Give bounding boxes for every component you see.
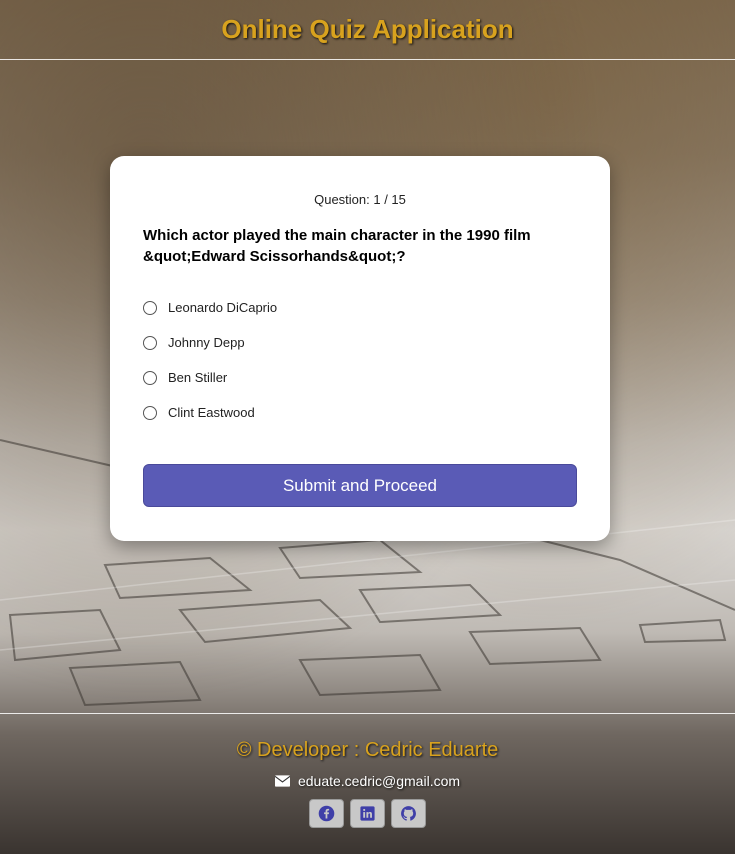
- email-address: eduate.cedric@gmail.com: [297, 773, 461, 789]
- envelope-icon: [274, 775, 290, 787]
- answer-option-label: Johnny Depp: [168, 335, 245, 350]
- answer-option-label: Ben Stiller: [168, 370, 228, 385]
- developer-credit: © Developer : Cedric Eduarte: [236, 739, 499, 761]
- answer-option-label: Clint Eastwood: [168, 405, 255, 420]
- radio-button[interactable]: [143, 370, 157, 385]
- linkedin-button[interactable]: [350, 799, 385, 828]
- facebook-icon: [318, 805, 335, 822]
- github-button[interactable]: [391, 799, 426, 828]
- social-links: [0, 799, 735, 828]
- answer-option[interactable]: Clint Eastwood: [143, 395, 277, 430]
- question-text: Which actor played the main character in…: [143, 227, 531, 265]
- app-header: Online Quiz Application: [0, 0, 735, 60]
- answer-option[interactable]: Ben Stiller: [143, 360, 277, 395]
- question-progress: Question: 1 / 15: [314, 192, 406, 207]
- answer-options: Leonardo DiCaprio Johnny Depp Ben Stille…: [143, 290, 277, 430]
- app-title: Online Quiz Application: [221, 14, 514, 44]
- answer-option[interactable]: Johnny Depp: [143, 325, 277, 360]
- answer-option-label: Leonardo DiCaprio: [168, 300, 278, 315]
- submit-button[interactable]: Submit and Proceed: [143, 464, 577, 507]
- radio-button[interactable]: [143, 335, 157, 350]
- radio-button[interactable]: [143, 300, 157, 315]
- answer-option[interactable]: Leonardo DiCaprio: [143, 290, 277, 325]
- linkedin-icon: [360, 806, 375, 821]
- app-footer: © Developer : Cedric Eduarte eduate.cedr…: [0, 713, 735, 854]
- facebook-button[interactable]: [309, 799, 344, 828]
- quiz-card: Question: 1 / 15 Which actor played the …: [110, 156, 610, 541]
- contact-email[interactable]: eduate.cedric@gmail.com: [0, 773, 735, 789]
- radio-button[interactable]: [143, 405, 157, 420]
- github-icon: [401, 806, 416, 821]
